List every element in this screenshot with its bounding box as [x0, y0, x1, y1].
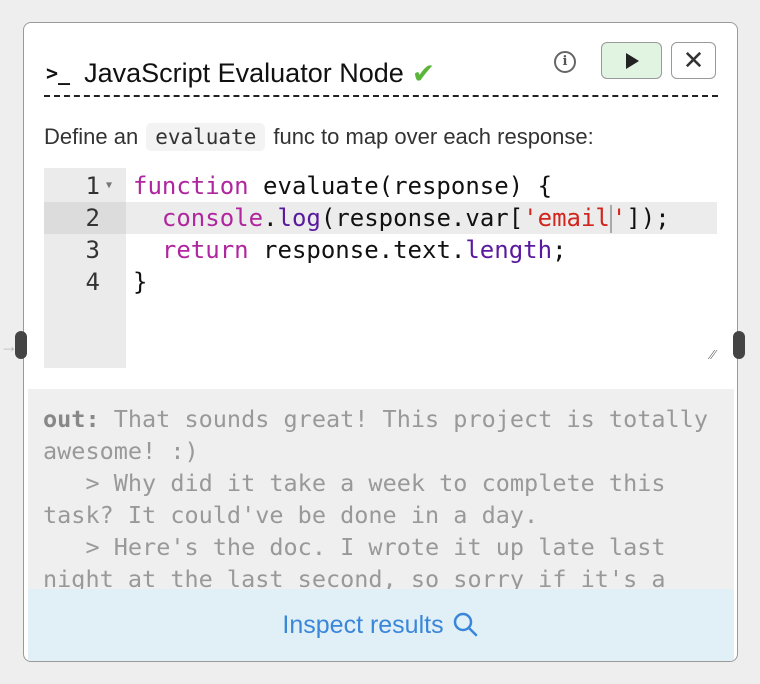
code-line[interactable]: 4 } — [44, 266, 717, 298]
code-line[interactable]: 3 return response.text.length; — [44, 234, 717, 266]
node-header: >_ JavaScript Evaluator Node ✔ — [46, 53, 435, 93]
code-text: } — [133, 268, 148, 296]
check-icon: ✔ — [411, 57, 436, 89]
close-button[interactable]: ✕ — [671, 42, 716, 79]
code-text: function evaluate(response) { — [133, 172, 553, 200]
description: Define an evaluate func to map over each… — [44, 123, 594, 151]
output-preview: out: That sounds great! This project is … — [28, 389, 734, 589]
line-number: 3 — [85, 236, 100, 264]
resize-handle-icon[interactable]: ⁄⁄ — [710, 347, 715, 364]
play-icon — [625, 52, 639, 69]
divider — [44, 95, 718, 97]
run-button[interactable] — [601, 42, 662, 79]
line-number: 4 — [85, 268, 100, 296]
code-line-active[interactable]: 2 console.log(response.var['email']); — [44, 202, 717, 234]
line-number: 2 — [85, 204, 100, 232]
description-prefix: Define an — [44, 124, 139, 149]
description-suffix: func to map over each response: — [273, 124, 594, 149]
inspect-results-label: Inspect results — [282, 610, 444, 639]
code-text: return response.text.length; — [161, 236, 567, 264]
line-number: 1 — [85, 172, 100, 200]
info-icon[interactable]: i — [554, 51, 576, 73]
output-text: out: That sounds great! This project is … — [43, 403, 733, 589]
fold-arrow-icon[interactable]: ▼ — [106, 170, 112, 202]
inspect-results-button[interactable]: Inspect results — [28, 589, 734, 661]
code-text: console.log(response.var['email']); — [161, 204, 670, 233]
node-title[interactable]: JavaScript Evaluator Node — [84, 58, 404, 89]
description-keyword: evaluate — [146, 123, 266, 151]
search-icon — [453, 612, 477, 637]
code-line[interactable]: 1 ▼ function evaluate(response) { — [44, 170, 717, 202]
terminal-icon: >_ — [46, 61, 71, 85]
javascript-evaluator-node: >_ JavaScript Evaluator Node ✔ i ✕ Defin… — [23, 22, 738, 662]
output-handle[interactable] — [733, 331, 745, 359]
output-body: That sounds great! This project is total… — [43, 405, 708, 589]
input-handle[interactable] — [15, 331, 27, 359]
code-editor[interactable]: 1 ▼ function evaluate(response) { 2 cons… — [44, 168, 717, 368]
output-label: out: — [43, 405, 100, 433]
